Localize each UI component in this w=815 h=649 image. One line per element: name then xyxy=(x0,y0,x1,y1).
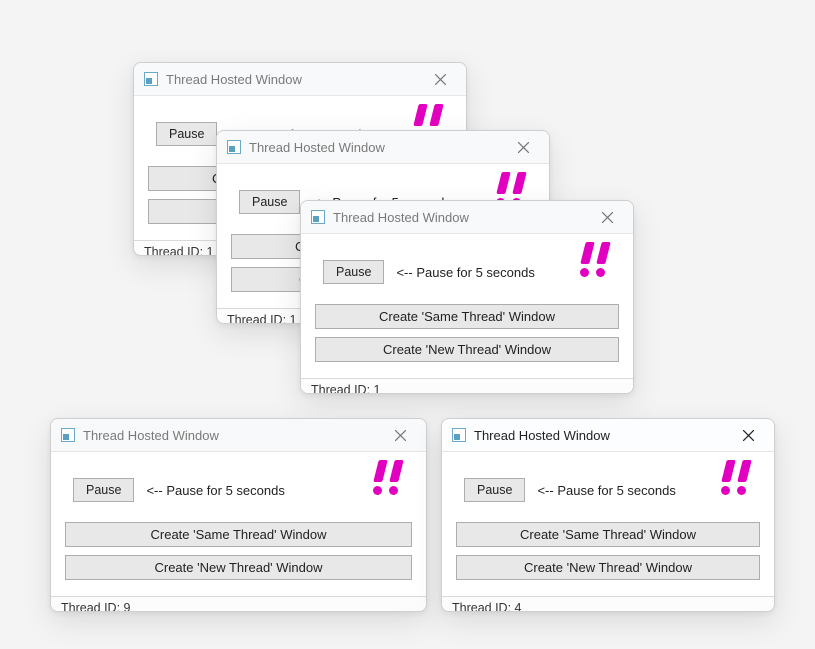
app-icon xyxy=(61,428,75,442)
pause-button[interactable]: Pause xyxy=(323,260,384,284)
status-bar: Thread ID: 9 xyxy=(51,596,426,612)
create-new-thread-button[interactable]: Create 'New Thread' Window xyxy=(456,555,760,580)
create-new-thread-button[interactable]: Create 'New Thread' Window xyxy=(65,555,412,580)
close-icon[interactable] xyxy=(420,65,460,93)
window-title: Thread Hosted Window xyxy=(333,210,587,225)
close-icon[interactable] xyxy=(587,203,627,231)
window-body: Pause <-- Pause for 5 seconds Create 'Sa… xyxy=(301,234,633,378)
titlebar[interactable]: Thread Hosted Window xyxy=(134,63,466,96)
bangbang-icon xyxy=(720,460,758,496)
close-icon[interactable] xyxy=(503,133,543,161)
pause-button[interactable]: Pause xyxy=(73,478,134,502)
status-bar: Thread ID: 4 xyxy=(442,596,774,612)
create-same-thread-button[interactable]: Create 'Same Thread' Window xyxy=(315,304,619,329)
app-icon xyxy=(311,210,325,224)
app-icon xyxy=(144,72,158,86)
app-window[interactable]: Thread Hosted Window Pause <-- Pause for… xyxy=(300,200,634,394)
create-new-thread-button[interactable]: Create 'New Thread' Window xyxy=(315,337,619,362)
window-body: Pause <-- Pause for 5 seconds Create 'Sa… xyxy=(51,452,426,596)
titlebar[interactable]: Thread Hosted Window xyxy=(217,131,549,164)
window-title: Thread Hosted Window xyxy=(166,72,420,87)
thread-id-label: Thread ID: 1 xyxy=(311,383,380,394)
status-bar: Thread ID: 1 xyxy=(301,378,633,394)
titlebar[interactable]: Thread Hosted Window xyxy=(51,419,426,452)
app-window[interactable]: Thread Hosted Window Pause <-- Pause for… xyxy=(441,418,775,612)
create-same-thread-button[interactable]: Create 'Same Thread' Window xyxy=(456,522,760,547)
bangbang-icon xyxy=(372,460,410,496)
titlebar[interactable]: Thread Hosted Window xyxy=(442,419,774,452)
window-title: Thread Hosted Window xyxy=(474,428,728,443)
pause-hint-label: <-- Pause for 5 seconds xyxy=(396,265,534,280)
window-body: Pause <-- Pause for 5 seconds Create 'Sa… xyxy=(442,452,774,596)
pause-button[interactable]: Pause xyxy=(239,190,300,214)
thread-id-label: Thread ID: 4 xyxy=(452,601,521,612)
window-title: Thread Hosted Window xyxy=(83,428,380,443)
pause-button[interactable]: Pause xyxy=(464,478,525,502)
thread-id-label: Thread ID: 1 xyxy=(144,245,213,256)
app-icon xyxy=(227,140,241,154)
thread-id-label: Thread ID: 9 xyxy=(61,601,130,612)
thread-id-label: Thread ID: 1 xyxy=(227,313,296,324)
window-title: Thread Hosted Window xyxy=(249,140,503,155)
pause-button[interactable]: Pause xyxy=(156,122,217,146)
pause-hint-label: <-- Pause for 5 seconds xyxy=(146,483,284,498)
app-window[interactable]: Thread Hosted Window Pause <-- Pause for… xyxy=(50,418,427,612)
pause-hint-label: <-- Pause for 5 seconds xyxy=(537,483,675,498)
create-same-thread-button[interactable]: Create 'Same Thread' Window xyxy=(65,522,412,547)
app-icon xyxy=(452,428,466,442)
close-icon[interactable] xyxy=(380,421,420,449)
titlebar[interactable]: Thread Hosted Window xyxy=(301,201,633,234)
bangbang-icon xyxy=(579,242,617,278)
close-icon[interactable] xyxy=(728,421,768,449)
